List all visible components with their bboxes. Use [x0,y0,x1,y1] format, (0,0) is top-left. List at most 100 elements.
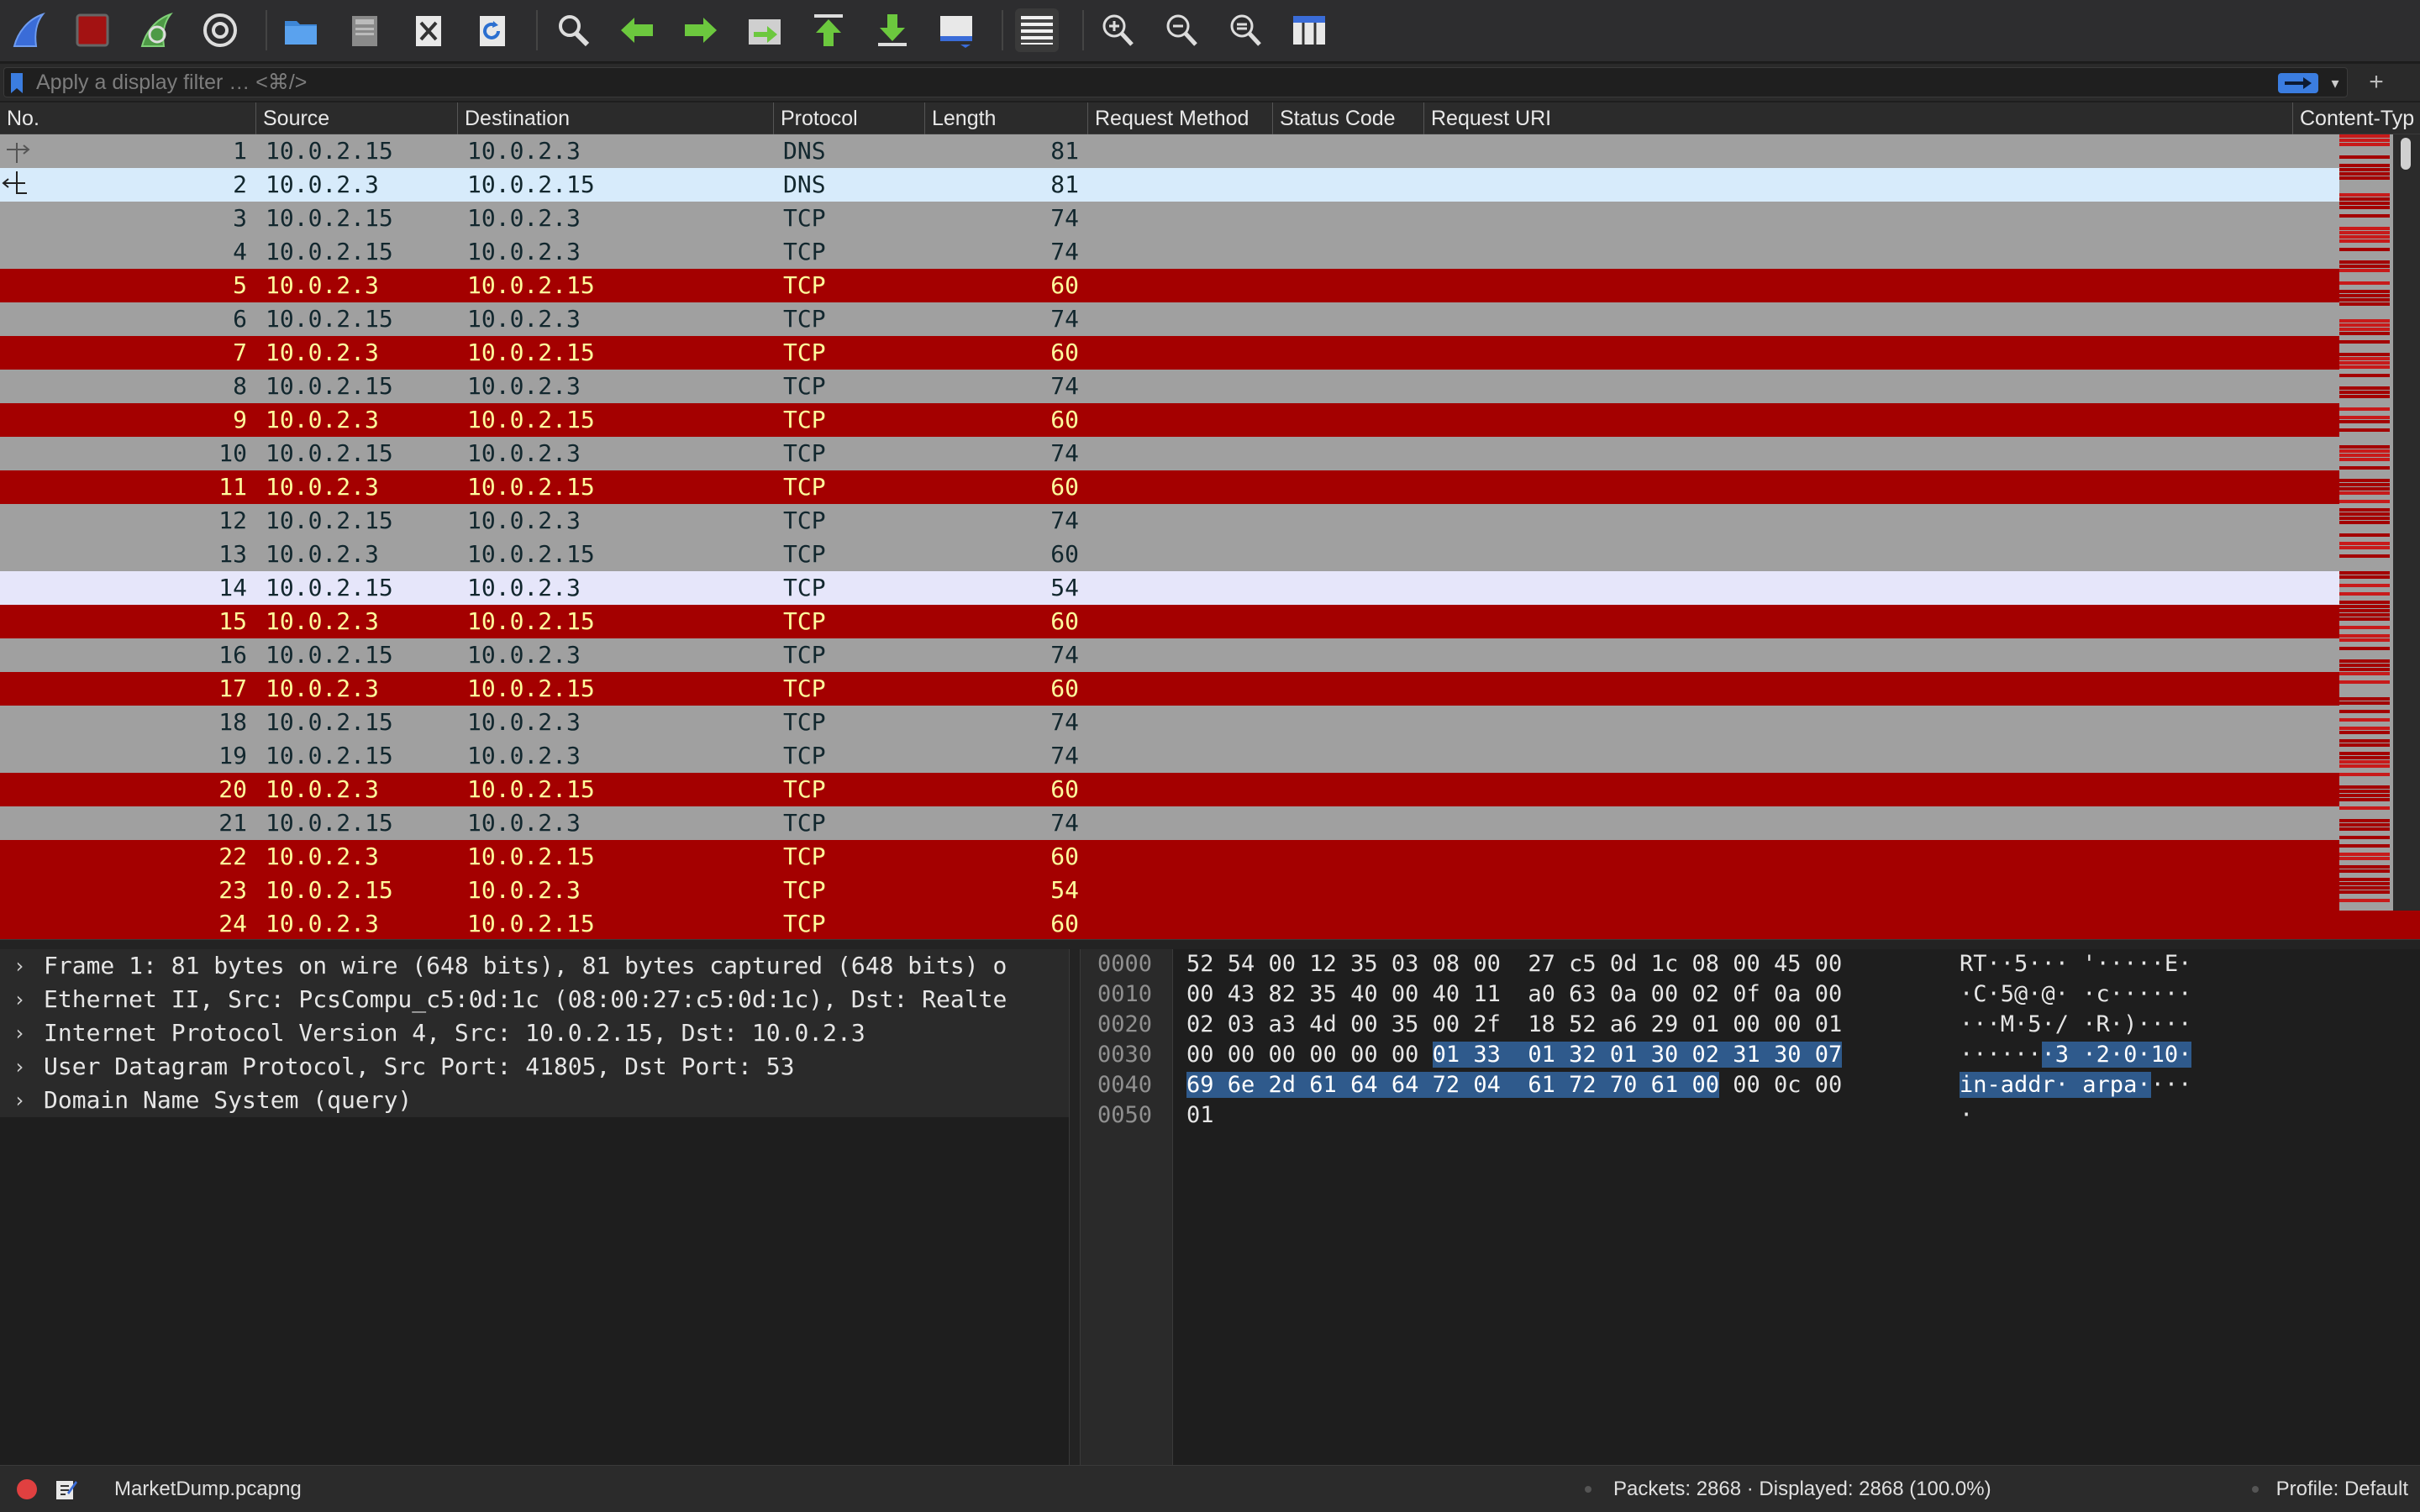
column-request-method[interactable]: Request Method [1087,102,1272,134]
minimap-mark [2339,819,2390,822]
column-length[interactable]: Length [924,102,1087,134]
minimap-mark [2339,743,2390,747]
resize-columns-icon[interactable] [1287,8,1331,52]
normal-size-icon[interactable] [1223,8,1267,52]
colorize-packets-icon[interactable] [1015,8,1059,52]
expand-arrow-icon[interactable]: › [13,1084,25,1117]
packet-row[interactable]: 6 10.0.2.15 10.0.2.3 TCP 74 [0,302,2339,336]
bookmark-icon[interactable] [9,73,24,93]
find-packet-icon[interactable] [551,8,595,52]
add-filter-button-icon[interactable]: + [2361,67,2391,97]
go-to-last-packet-icon[interactable] [871,8,914,52]
zoom-out-icon[interactable] [1160,8,1203,52]
minimap-mark [2339,193,2390,197]
column-no[interactable]: No. [0,102,255,134]
expand-arrow-icon[interactable]: › [13,1050,25,1084]
packet-row[interactable]: 10 10.0.2.15 10.0.2.3 TCP 74 [0,437,2339,470]
capture-options-icon[interactable] [198,8,242,52]
packet-row[interactable]: 1 10.0.2.15 10.0.2.3 DNS 81 [0,134,2339,168]
expand-arrow-icon[interactable]: › [13,1016,25,1050]
hex-bytes[interactable]: 52 54 00 12 35 03 08 00 27 c5 0d 1c 08 0… [1186,949,1842,979]
column-content-type[interactable]: Content-Typ [2292,102,2420,134]
packet-row[interactable]: 2 10.0.2.3 10.0.2.15 DNS 81 [0,168,2339,202]
details-tree-item[interactable]: › User Datagram Protocol, Src Port: 41805… [0,1050,1069,1084]
ascii-bytes[interactable]: in-addr· arpa···· [1960,1070,2191,1100]
apply-filter-button[interactable] [2278,73,2318,93]
packet-row[interactable]: 8 10.0.2.15 10.0.2.3 TCP 74 [0,370,2339,403]
ascii-bytes-segment: ·C·5@·@· ·c······ [1960,981,2192,1007]
hex-bytes[interactable]: 00 00 00 00 00 00 01 33 01 32 01 30 02 3… [1186,1040,1843,1070]
packet-row[interactable]: 23 10.0.2.15 10.0.2.3 TCP 54 [0,874,2339,907]
packet-source: 10.0.2.3 [266,339,379,366]
details-bytes-divider[interactable] [1069,949,1081,1465]
packet-row[interactable]: 4 10.0.2.15 10.0.2.3 TCP 74 [0,235,2339,269]
column-source[interactable]: Source [255,102,457,134]
packet-row[interactable]: 7 10.0.2.3 10.0.2.15 TCP 60 [0,336,2339,370]
hex-bytes[interactable]: 00 43 82 35 40 00 40 11 a0 63 0a 00 02 0… [1186,979,1842,1010]
hex-bytes[interactable]: 02 03 a3 4d 00 35 00 2f 18 52 a6 29 01 0… [1186,1010,1842,1040]
packet-row[interactable]: 15 10.0.2.3 10.0.2.15 TCP 60 [0,605,2339,638]
column-protocol[interactable]: Protocol [773,102,924,134]
packet-row[interactable]: 3 10.0.2.15 10.0.2.3 TCP 74 [0,202,2339,235]
packet-number: 16 [218,641,247,669]
ascii-bytes[interactable]: · [1960,1100,1973,1131]
capture-comment-icon[interactable] [55,1478,77,1501]
details-tree-item[interactable]: › Domain Name System (query) [0,1084,1069,1117]
details-tree-item[interactable]: › Internet Protocol Version 4, Src: 10.0.… [0,1016,1069,1050]
go-forward-icon[interactable] [679,8,723,52]
details-tree-item[interactable]: › Ethernet II, Src: PcsCompu_c5:0d:1c (08… [0,983,1069,1016]
packet-protocol: TCP [783,439,826,467]
open-file-icon[interactable] [279,8,323,52]
zoom-in-icon[interactable] [1096,8,1139,52]
packet-list-scrollbar[interactable] [2393,134,2420,911]
save-file-icon[interactable] [343,8,387,52]
expert-info-icon[interactable] [17,1479,37,1499]
restart-capture-icon[interactable] [134,8,178,52]
packet-number: 19 [218,742,247,769]
reload-file-icon[interactable] [471,8,514,52]
stop-capture-icon[interactable] [71,8,114,52]
packet-row[interactable]: 18 10.0.2.15 10.0.2.3 TCP 74 [0,706,2339,739]
go-to-packet-icon[interactable] [743,8,786,52]
packet-row[interactable]: 9 10.0.2.3 10.0.2.15 TCP 60 [0,403,2339,437]
packet-row[interactable]: 19 10.0.2.15 10.0.2.3 TCP 74 [0,739,2339,773]
pane-splitter[interactable] [0,939,2420,949]
packet-row[interactable]: 21 10.0.2.15 10.0.2.3 TCP 74 [0,806,2339,840]
packet-row[interactable]: 11 10.0.2.3 10.0.2.15 TCP 60 [0,470,2339,504]
details-tree-item[interactable]: › Frame 1: 81 bytes on wire (648 bits), 8… [0,949,1069,983]
ascii-bytes[interactable]: ·······3 ·2·0·10· [1960,1040,2192,1070]
start-capture-icon[interactable] [7,8,50,52]
packet-protocol: TCP [783,204,826,232]
ascii-bytes[interactable]: ·C·5@·@· ·c······ [1960,979,2191,1010]
packet-row[interactable]: 5 10.0.2.3 10.0.2.15 TCP 60 [0,269,2339,302]
go-to-first-packet-icon[interactable] [807,8,850,52]
go-back-icon[interactable] [615,8,659,52]
display-filter-input[interactable] [36,68,2246,97]
packet-row[interactable]: 22 10.0.2.3 10.0.2.15 TCP 60 [0,840,2339,874]
ascii-bytes[interactable]: ···M·5·/ ·R·)···· [1960,1010,2191,1040]
expand-arrow-icon[interactable]: › [13,949,25,983]
packet-row[interactable]: 14 10.0.2.15 10.0.2.3 TCP 54 [0,571,2339,605]
minimap-mark [2339,533,2390,537]
packet-row[interactable]: 17 10.0.2.3 10.0.2.15 TCP 60 [0,672,2339,706]
ascii-bytes[interactable]: RT··5··· '·····E· [1960,949,2191,979]
scrollbar-thumb[interactable] [2401,138,2411,170]
expand-arrow-icon[interactable]: › [13,983,25,1016]
packet-row[interactable]: 16 10.0.2.15 10.0.2.3 TCP 74 [0,638,2339,672]
packet-destination: 10.0.2.3 [467,238,581,265]
column-status-code[interactable]: Status Code [1272,102,1423,134]
auto-scroll-icon[interactable] [934,8,978,52]
profile-selector[interactable]: Profile: Default [2276,1466,2408,1512]
packet-row[interactable]: 13 10.0.2.3 10.0.2.15 TCP 60 [0,538,2339,571]
column-destination[interactable]: Destination [457,102,773,134]
packet-row[interactable]: 24 10.0.2.3 10.0.2.15 TCP 60 [0,907,2339,939]
column-request-uri[interactable]: Request URI [1423,102,2292,134]
filter-history-dropdown[interactable]: ▾ [2325,73,2345,93]
packet-destination: 10.0.2.15 [467,271,595,299]
close-file-icon[interactable] [407,8,450,52]
packet-row[interactable]: 12 10.0.2.15 10.0.2.3 TCP 74 [0,504,2339,538]
packet-row[interactable]: 20 10.0.2.3 10.0.2.15 TCP 60 [0,773,2339,806]
hex-bytes[interactable]: 01 [1186,1100,1214,1131]
packet-minimap[interactable] [2339,134,2393,911]
hex-bytes[interactable]: 69 6e 2d 61 64 64 72 04 61 72 70 61 00 0… [1186,1070,1842,1100]
